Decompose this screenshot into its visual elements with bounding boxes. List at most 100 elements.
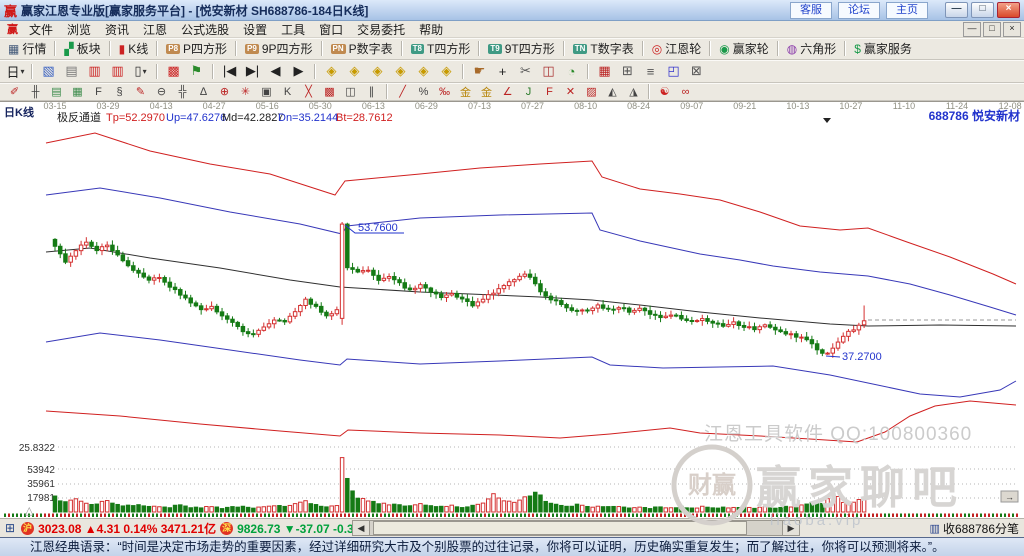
scrollbar-thumb[interactable] (373, 521, 747, 535)
tool-parallel[interactable]: ∥ (362, 84, 381, 100)
tool-golden-a[interactable]: 金 (456, 84, 475, 100)
tool-fibo[interactable]: F (89, 84, 108, 100)
tool-cross-grid[interactable]: ╬ (173, 84, 192, 100)
toolbar-button-winner-wheel[interactable]: ◉ 赢家轮 (715, 40, 773, 58)
tool-cut-tool[interactable]: ✂ (515, 61, 536, 82)
toolbar-button-quotes[interactable]: ▦ 行情 (4, 40, 50, 58)
tool-first-page[interactable]: |◀ (219, 61, 240, 82)
menu-item-窗口[interactable]: 窗口 (312, 21, 350, 38)
toolbar-button-p-number-table[interactable]: PN P数字表 (327, 40, 397, 58)
tool-diamond-down[interactable]: ◈ (390, 61, 411, 82)
menu-item-江恩[interactable]: 江恩 (136, 21, 174, 38)
tool-spiral[interactable]: § (110, 84, 129, 100)
menu-item-帮助[interactable]: 帮助 (412, 21, 450, 38)
tool-box-tool[interactable]: ▣ (257, 84, 276, 100)
tool-save[interactable]: ◰ (663, 61, 684, 82)
tool-hand-tool[interactable]: ☛ (469, 61, 490, 82)
menu-item-公式选股[interactable]: 公式选股 (174, 21, 236, 38)
tool-j-angle[interactable]: J (519, 84, 538, 100)
minimize-button[interactable]: — (945, 2, 968, 18)
scrollbar-track[interactable] (370, 520, 782, 536)
tool-target[interactable]: ⊕ (215, 84, 234, 100)
tool-trend-line[interactable]: ╱ (393, 84, 412, 100)
tool-percent[interactable]: % (414, 84, 433, 100)
tool-zoom-area[interactable]: ◫ (538, 61, 559, 82)
tool-x-lines[interactable]: ╳ (299, 84, 318, 100)
menu-item-交易委托[interactable]: 交易委托 (350, 21, 412, 38)
toolbar-button-sectors[interactable]: ▞ 板块 (60, 40, 104, 58)
toolbar-button-p9-square[interactable]: P9 9P四方形 (241, 40, 316, 58)
tool-pencil[interactable]: ✐ (5, 84, 24, 100)
tool-last-page[interactable]: ▶| (242, 61, 263, 82)
tool-split-box[interactable]: ◫ (341, 84, 360, 100)
tool-red-vol-2[interactable]: ▥ (107, 61, 128, 82)
titlebar-link-主页[interactable]: 主页 (886, 1, 928, 19)
toolbar-button-p-square[interactable]: P8 P四方形 (162, 40, 231, 58)
titlebar-link-客服[interactable]: 客服 (790, 1, 832, 19)
toolbar-button-kline[interactable]: ▮ K线 (115, 40, 153, 58)
shanghai-index-quote[interactable]: 3023.08 ▲4.31 0.14% 3471.21亿 (38, 520, 216, 537)
tool-calendar[interactable]: ▦ (594, 61, 615, 82)
tool-gann-grid[interactable]: ▩ (320, 84, 339, 100)
tool-diamond-out[interactable]: ◈ (436, 61, 457, 82)
toolbar-button-hexagon[interactable]: ◍ 六角形 (783, 40, 841, 58)
tool-diamond-up[interactable]: ◈ (367, 61, 388, 82)
mdi-close-button[interactable]: × (1003, 21, 1021, 37)
tool-diamond-right[interactable]: ◈ (344, 61, 365, 82)
tool-cycle[interactable]: ⊖ (152, 84, 171, 100)
tool-triangle-tool[interactable]: ∆ (194, 84, 213, 100)
tool-grid-a[interactable]: ▤ (47, 84, 66, 100)
toolbar-button-gann-wheel[interactable]: ◎ 江恩轮 (648, 40, 706, 58)
menu-item-资讯[interactable]: 资讯 (98, 21, 136, 38)
tool-calculator[interactable]: ⊞ (617, 61, 638, 82)
titlebar-link-论坛[interactable]: 论坛 (838, 1, 880, 19)
tool-angle[interactable]: ∠ (498, 84, 517, 100)
menu-item-文件[interactable]: 文件 (22, 21, 60, 38)
keyboard-wizard-icon[interactable]: ⊞ (5, 521, 15, 535)
tool-red-vol-1[interactable]: ▥ (84, 61, 105, 82)
tool-tri-up[interactable]: ◭ (603, 84, 622, 100)
tool-next[interactable]: ▶ (288, 61, 309, 82)
tool-new-window[interactable]: ▧ (38, 61, 59, 82)
tool-k-zone[interactable]: ▩ (163, 61, 184, 82)
mdi-minimize-button[interactable]: — (963, 21, 981, 37)
tool-grid-b[interactable]: ▦ (68, 84, 87, 100)
scroll-right-arrow[interactable]: ▶ (782, 520, 800, 536)
tool-playback[interactable]: ⚑ (186, 61, 207, 82)
tool-f-angle[interactable]: F (540, 84, 559, 100)
scroll-left-arrow[interactable]: ◀ (352, 520, 370, 536)
tool-star-tool[interactable]: ✳ (236, 84, 255, 100)
tool-k-mark[interactable]: K (278, 84, 297, 100)
tool-hline-tool[interactable]: ╫ (26, 84, 45, 100)
horizontal-scrollbar[interactable]: ◀ ▶ (352, 520, 800, 536)
tool-notes[interactable]: ≡ (640, 61, 661, 82)
tool-taiji[interactable]: ☯ (655, 84, 674, 100)
toolbar-button-t-square[interactable]: T8 T四方形 (407, 40, 475, 58)
tool-draw-line[interactable]: ✎ (131, 84, 150, 100)
tool-shade[interactable]: ▨ (582, 84, 601, 100)
tool-candle-style[interactable]: ▯ ▾ (130, 61, 151, 82)
tool-diamond-in[interactable]: ◈ (413, 61, 434, 82)
tool-erase[interactable]: ✕ (561, 84, 580, 100)
toolbar-button-t9-square[interactable]: T9 9T四方形 (484, 40, 558, 58)
tool-crosshair[interactable]: + (492, 61, 513, 82)
tick-data-link[interactable]: ▥ 收688786分笔 (930, 520, 1019, 537)
tool-permille[interactable]: ‰ (435, 84, 454, 100)
maximize-button[interactable]: □ (971, 2, 994, 18)
tool-prev[interactable]: ◀ (265, 61, 286, 82)
toolbar-button-t-number-table[interactable]: TN T数字表 (569, 40, 638, 58)
tool-golden-b[interactable]: 金 (477, 84, 496, 100)
tool-print[interactable]: ⊠ (686, 61, 707, 82)
toolbar-button-winner-service[interactable]: $ 赢家服务 (850, 40, 916, 58)
menu-item-浏览[interactable]: 浏览 (60, 21, 98, 38)
close-button[interactable]: × (997, 2, 1020, 18)
menu-item-设置[interactable]: 设置 (236, 21, 274, 38)
tool-infinity[interactable]: ∞ (676, 84, 695, 100)
tool-diamond-left[interactable]: ◈ (321, 61, 342, 82)
menu-item-工具[interactable]: 工具 (274, 21, 312, 38)
mdi-restore-button[interactable]: □ (983, 21, 1001, 37)
tool-tri-down[interactable]: ◮ (624, 84, 643, 100)
tool-period-day[interactable]: 日 ▾ (5, 61, 26, 82)
tool-info-board[interactable]: ▤ (61, 61, 82, 82)
tool-gann-arc[interactable]: ◔ (561, 61, 582, 82)
